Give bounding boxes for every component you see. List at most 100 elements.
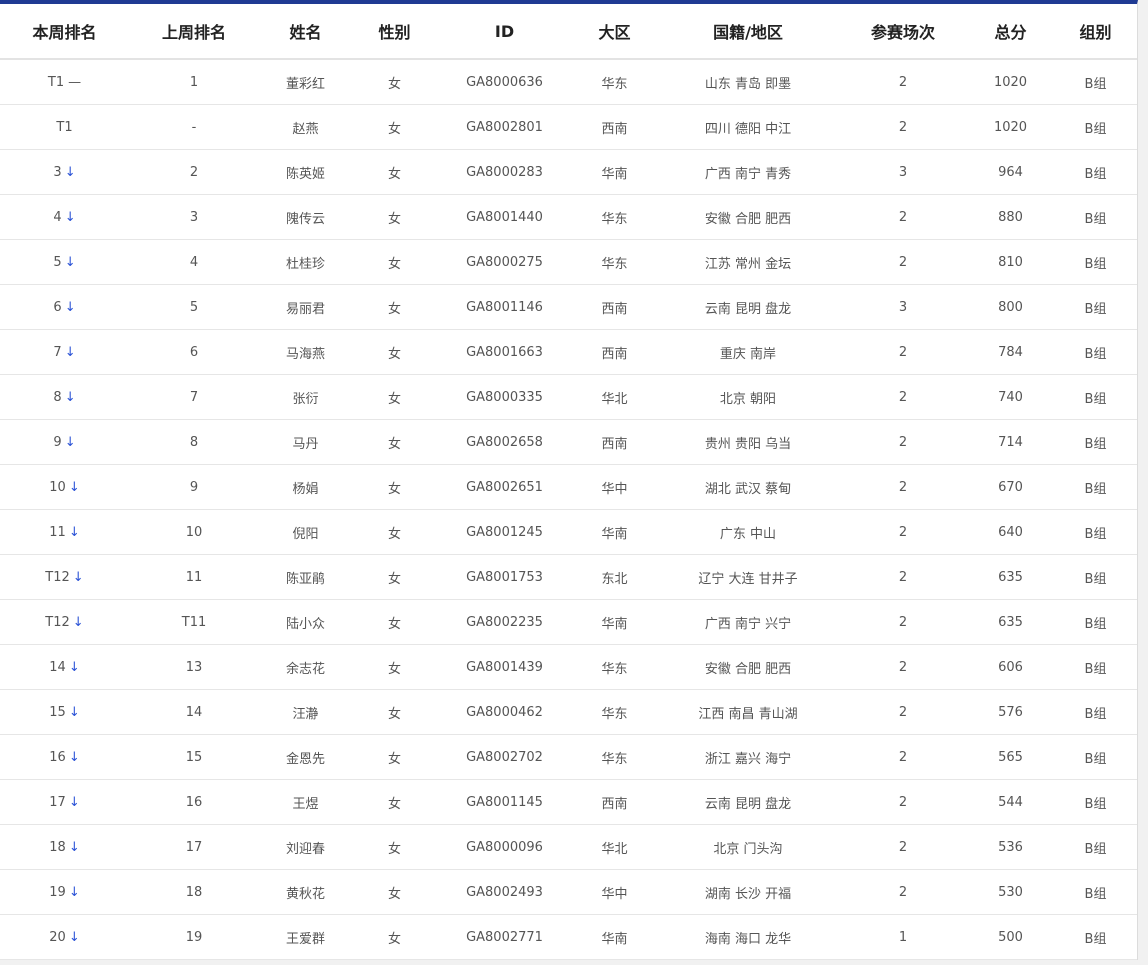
cell-location: 北京 朝阳 bbox=[657, 374, 839, 420]
cell-name: 陆小众 bbox=[259, 599, 352, 645]
table-row[interactable]: T12 ↓ T11 陆小众女 GA8002235 华南 广西 南宁 兴宁 2 635 B组 bbox=[0, 599, 1137, 645]
table-row[interactable]: 14 ↓ 13 余志花女 GA8001439 华东 安徽 合肥 肥西 2 606 B组 bbox=[0, 644, 1137, 690]
rank-down-arrow-icon: ↓ bbox=[64, 164, 76, 180]
table-row[interactable]: 6 ↓ 5 易丽君女 GA8001146 西南 云南 昆明 盘龙 3 800 B组 bbox=[0, 284, 1137, 330]
cell-region: 华南 bbox=[572, 599, 657, 645]
cell-this-week-rank: 6 ↓ bbox=[0, 284, 129, 330]
table-row[interactable]: 5 ↓ 4 杜桂珍女 GA8000275 华东 江苏 常州 金坛 2 810 B组 bbox=[0, 239, 1137, 285]
table-row[interactable]: 7 ↓ 6 马海燕女 GA8001663 西南 重庆 南岸 2 784 B组 bbox=[0, 329, 1137, 375]
rank-down-arrow-icon: ↓ bbox=[64, 344, 76, 360]
rank-value: T12 bbox=[45, 614, 70, 630]
cell-last-week-rank: 6 bbox=[129, 329, 259, 375]
cell-group: B组 bbox=[1054, 329, 1137, 375]
header-location[interactable]: 国籍/地区 bbox=[657, 4, 839, 60]
table-row[interactable]: 16 ↓ 15 金恩先女 GA8002702 华东 浙江 嘉兴 海宁 2 565 B组 bbox=[0, 734, 1137, 780]
cell-group: B组 bbox=[1054, 59, 1137, 105]
cell-region: 华北 bbox=[572, 824, 657, 870]
table-header-row: 本周排名 上周排名 姓名 性别 ID 大区 国籍/地区 参赛场次 总分 组别 bbox=[0, 4, 1137, 60]
table-row[interactable]: 10 ↓ 9 杨娟女 GA8002651 华中 湖北 武汉 蔡甸 2 670 B组 bbox=[0, 464, 1137, 510]
cell-last-week-rank: 3 bbox=[129, 194, 259, 240]
table-row[interactable]: 8 ↓ 7 张衍女 GA8000335 华北 北京 朝阳 2 740 B组 bbox=[0, 374, 1137, 420]
cell-region: 西南 bbox=[572, 329, 657, 375]
table-row[interactable]: 17 ↓ 16 王煜女 GA8001145 西南 云南 昆明 盘龙 2 544 B组 bbox=[0, 779, 1137, 825]
rank-down-arrow-icon: ↓ bbox=[68, 524, 80, 540]
cell-score: 784 bbox=[967, 329, 1054, 375]
cell-name: 汪瀞 bbox=[259, 689, 352, 735]
table-row[interactable]: 3 ↓ 2 陈英姬女 GA8000283 华南 广西 南宁 青秀 3 964 B组 bbox=[0, 149, 1137, 195]
cell-name: 金恩先 bbox=[259, 734, 352, 780]
cell-games: 2 bbox=[839, 104, 967, 150]
rank-value: 14 bbox=[49, 659, 66, 675]
cell-score: 810 bbox=[967, 239, 1054, 285]
cell-name: 余志花 bbox=[259, 644, 352, 690]
cell-player-id: GA8001440 bbox=[437, 194, 572, 240]
table-row[interactable]: 19 ↓ 18 黄秋花女 GA8002493 华中 湖南 长沙 开福 2 530 B组 bbox=[0, 869, 1137, 915]
cell-gender: 女 bbox=[352, 914, 437, 960]
header-name[interactable]: 姓名 bbox=[259, 4, 352, 60]
table-row[interactable]: 4 ↓ 3 隗传云女 GA8001440 华东 安徽 合肥 肥西 2 880 B组 bbox=[0, 194, 1137, 240]
cell-player-id: GA8000275 bbox=[437, 239, 572, 285]
table-row[interactable]: 18 ↓ 17 刘迎春女 GA8000096 华北 北京 门头沟 2 536 B组 bbox=[0, 824, 1137, 870]
header-last-week-rank[interactable]: 上周排名 bbox=[129, 4, 259, 60]
cell-group: B组 bbox=[1054, 239, 1137, 285]
cell-location: 广西 南宁 青秀 bbox=[657, 149, 839, 195]
cell-name: 王爱群 bbox=[259, 914, 352, 960]
table-row[interactable]: 11 ↓ 10 倪阳女 GA8001245 华南 广东 中山 2 640 B组 bbox=[0, 509, 1137, 555]
table-row[interactable]: T12 ↓ 11 陈亚鹃女 GA8001753 东北 辽宁 大连 甘井子 2 635 B组 bbox=[0, 554, 1137, 600]
cell-player-id: GA8002801 bbox=[437, 104, 572, 150]
cell-this-week-rank: 20 ↓ bbox=[0, 914, 129, 960]
cell-last-week-rank: 8 bbox=[129, 419, 259, 465]
cell-this-week-rank: T12 ↓ bbox=[0, 599, 129, 645]
cell-location: 湖北 武汉 蔡甸 bbox=[657, 464, 839, 510]
cell-group: B组 bbox=[1054, 284, 1137, 330]
header-group[interactable]: 组别 bbox=[1054, 4, 1137, 60]
cell-games: 2 bbox=[839, 239, 967, 285]
table-row[interactable]: 9 ↓ 8 马丹女 GA8002658 西南 贵州 贵阳 乌当 2 714 B组 bbox=[0, 419, 1137, 465]
cell-score: 740 bbox=[967, 374, 1054, 420]
cell-region: 西南 bbox=[572, 284, 657, 330]
cell-location: 海南 海口 龙华 bbox=[657, 914, 839, 960]
cell-group: B组 bbox=[1054, 689, 1137, 735]
table-row[interactable]: 20 ↓ 19 王爱群女 GA8002771 华南 海南 海口 龙华 1 500 B组 bbox=[0, 914, 1137, 960]
cell-location: 贵州 贵阳 乌当 bbox=[657, 419, 839, 465]
cell-last-week-rank: 15 bbox=[129, 734, 259, 780]
header-this-week-rank[interactable]: 本周排名 bbox=[0, 4, 129, 60]
table-row[interactable]: T1 - 赵燕女 GA8002801 西南 四川 德阳 中江 2 1020 B组 bbox=[0, 104, 1137, 150]
cell-last-week-rank: 10 bbox=[129, 509, 259, 555]
cell-name: 董彩红 bbox=[259, 59, 352, 105]
cell-score: 536 bbox=[967, 824, 1054, 870]
cell-name: 陈英姬 bbox=[259, 149, 352, 195]
rank-down-arrow-icon: ↓ bbox=[68, 794, 80, 810]
cell-gender: 女 bbox=[352, 509, 437, 555]
table-row[interactable]: T1—1 董彩红女 GA8000636 华东 山东 青岛 即墨 2 1020 B组 bbox=[0, 59, 1137, 105]
cell-name: 马海燕 bbox=[259, 329, 352, 375]
cell-gender: 女 bbox=[352, 824, 437, 870]
cell-player-id: GA8002493 bbox=[437, 869, 572, 915]
cell-name: 易丽君 bbox=[259, 284, 352, 330]
header-region[interactable]: 大区 bbox=[572, 4, 657, 60]
cell-gender: 女 bbox=[352, 284, 437, 330]
cell-group: B组 bbox=[1054, 554, 1137, 600]
cell-location: 山东 青岛 即墨 bbox=[657, 59, 839, 105]
cell-this-week-rank: 19 ↓ bbox=[0, 869, 129, 915]
cell-region: 西南 bbox=[572, 419, 657, 465]
header-gender[interactable]: 性别 bbox=[352, 4, 437, 60]
cell-last-week-rank: - bbox=[129, 104, 259, 150]
cell-this-week-rank: 7 ↓ bbox=[0, 329, 129, 375]
cell-games: 3 bbox=[839, 284, 967, 330]
cell-gender: 女 bbox=[352, 644, 437, 690]
cell-gender: 女 bbox=[352, 599, 437, 645]
cell-last-week-rank: 13 bbox=[129, 644, 259, 690]
cell-this-week-rank: T1 bbox=[0, 104, 129, 150]
header-score[interactable]: 总分 bbox=[967, 4, 1054, 60]
rank-down-arrow-icon: ↓ bbox=[68, 749, 80, 765]
table-row[interactable]: 15 ↓ 14 汪瀞女 GA8000462 华东 江西 南昌 青山湖 2 576 B组 bbox=[0, 689, 1137, 735]
cell-location: 湖南 长沙 开福 bbox=[657, 869, 839, 915]
cell-last-week-rank: 5 bbox=[129, 284, 259, 330]
cell-score: 606 bbox=[967, 644, 1054, 690]
header-games[interactable]: 参赛场次 bbox=[839, 4, 967, 60]
header-id[interactable]: ID bbox=[437, 4, 572, 60]
cell-gender: 女 bbox=[352, 869, 437, 915]
cell-games: 2 bbox=[839, 509, 967, 555]
rank-value: 16 bbox=[49, 749, 66, 765]
